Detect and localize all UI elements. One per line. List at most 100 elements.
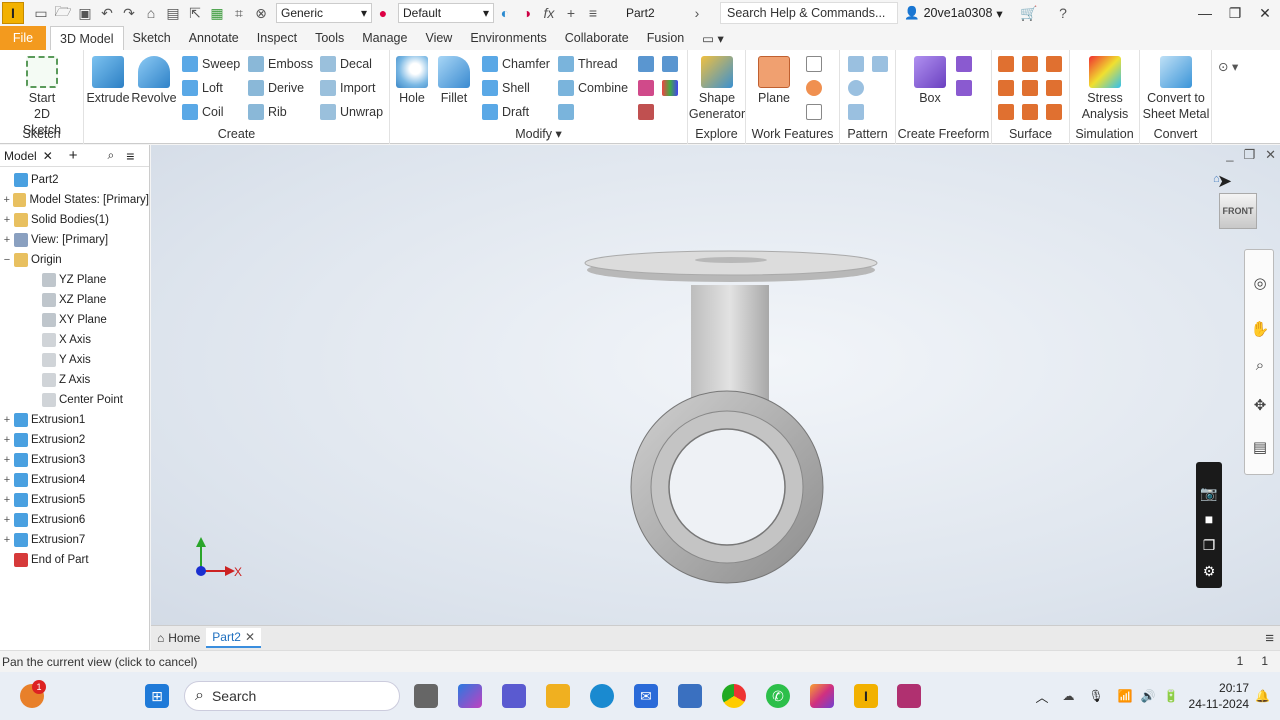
minimize-icon[interactable]: —: [1190, 0, 1220, 26]
zoom-window-icon[interactable]: ⌕: [1249, 354, 1271, 376]
taskbar-search[interactable]: ⌕ Search: [184, 681, 400, 711]
view-face-icon[interactable]: ▤: [1249, 436, 1271, 458]
tree-node[interactable]: + Extrusion1: [0, 410, 149, 430]
extend-icon[interactable]: [1046, 80, 1062, 96]
video-icon[interactable]: ■: [1200, 510, 1218, 528]
stress-analysis-button[interactable]: Stress Analysis: [1074, 56, 1136, 122]
customize-icon[interactable]: ≡: [582, 2, 604, 24]
point-icon[interactable]: [806, 80, 822, 96]
convert-sheet-metal-button[interactable]: Convert to Sheet Metal: [1142, 56, 1210, 122]
extrude-button[interactable]: Extrude: [86, 56, 130, 106]
browser-tab-model[interactable]: Model: [4, 149, 37, 163]
menu-icon[interactable]: ≡: [126, 148, 134, 164]
expand-toggle-icon[interactable]: +: [2, 414, 12, 426]
axis-icon[interactable]: [806, 56, 822, 72]
search-icon[interactable]: ⌕: [108, 148, 115, 163]
user-account[interactable]: 👤 20ve1a0308 ▾: [904, 6, 1018, 21]
update-icon[interactable]: ▦: [206, 2, 228, 24]
mirror-icon[interactable]: [872, 56, 888, 72]
microphone-icon[interactable]: 🎙: [1088, 689, 1103, 703]
coil-button[interactable]: Coil: [182, 102, 224, 122]
thicken-icon[interactable]: [998, 56, 1014, 72]
notification-bell-icon[interactable]: 🔔: [1255, 689, 1270, 703]
part-model[interactable]: [151, 145, 1280, 625]
tree-node[interactable]: + Solid Bodies(1): [0, 210, 149, 230]
start-2d-sketch-button[interactable]: Start 2D Sketch: [14, 56, 70, 138]
add-icon[interactable]: +: [69, 147, 78, 164]
tab-annotate[interactable]: Annotate: [180, 26, 248, 50]
onedrive-icon[interactable]: ☁: [1062, 689, 1074, 703]
open-folder-icon[interactable]: 🗁: [52, 2, 74, 24]
hole-button[interactable]: Hole: [394, 56, 430, 106]
new-file-icon[interactable]: ▭: [30, 2, 52, 24]
chrome-icon[interactable]: [722, 684, 746, 708]
edge-icon[interactable]: [590, 684, 614, 708]
boundary-patch-icon[interactable]: [998, 104, 1014, 120]
menu-icon[interactable]: ≡: [1265, 630, 1274, 647]
ucs-icon[interactable]: [806, 104, 822, 120]
replace-face-icon[interactable]: [1022, 104, 1038, 120]
draft-button[interactable]: Draft: [482, 102, 529, 122]
copy-object-icon[interactable]: [662, 80, 678, 96]
expand-toggle-icon[interactable]: +: [2, 494, 12, 506]
save-icon[interactable]: ▣: [74, 2, 96, 24]
close-icon[interactable]: ✕: [245, 630, 255, 644]
freeform-face-icon[interactable]: [956, 56, 972, 72]
clock[interactable]: 20:17 24-11-2024: [1189, 680, 1250, 712]
freeform-convert-icon[interactable]: [956, 80, 972, 96]
chevron-up-icon[interactable]: ︿: [1035, 687, 1048, 706]
tab-view[interactable]: View: [416, 26, 461, 50]
help-search-input[interactable]: Search Help & Commands...: [720, 2, 898, 24]
derive-button[interactable]: Derive: [248, 78, 304, 98]
tab-file[interactable]: File: [0, 26, 46, 50]
tab-collaborate[interactable]: Collaborate: [556, 26, 638, 50]
tree-node[interactable]: + View: [Primary]: [0, 230, 149, 250]
tab-sketch[interactable]: Sketch: [124, 26, 180, 50]
delete-face-icon[interactable]: [638, 104, 654, 120]
ribbon-options-button[interactable]: ⊙ ▾: [1218, 56, 1238, 76]
tree-node[interactable]: X Axis: [0, 330, 149, 350]
select-icon[interactable]: ⇱: [184, 2, 206, 24]
whatsapp-icon[interactable]: ✆: [766, 684, 790, 708]
inventor-taskbar-icon[interactable]: I: [854, 684, 878, 708]
snipping-tool-icon[interactable]: [897, 684, 921, 708]
expand-toggle-icon[interactable]: +: [2, 514, 12, 526]
modify-group-label[interactable]: Modify ▾: [390, 126, 687, 141]
sculpt-icon[interactable]: [1046, 56, 1062, 72]
expand-toggle-icon[interactable]: −: [2, 254, 12, 266]
tab-inspect[interactable]: Inspect: [248, 26, 306, 50]
tree-node[interactable]: XY Plane: [0, 310, 149, 330]
steering-wheel-icon[interactable]: ◎: [1249, 272, 1271, 294]
projects-icon[interactable]: ▤: [162, 2, 184, 24]
circular-pattern-icon[interactable]: [848, 80, 864, 96]
tree-node[interactable]: XZ Plane: [0, 290, 149, 310]
chamfer-button[interactable]: Chamfer: [482, 54, 550, 74]
import-button[interactable]: Import: [320, 78, 375, 98]
stitch-icon[interactable]: [1022, 56, 1038, 72]
copilot-icon[interactable]: [458, 684, 482, 708]
shell-button[interactable]: Shell: [482, 78, 530, 98]
tree-node[interactable]: + Model States: [Primary]: [0, 190, 149, 210]
add-icon[interactable]: +: [560, 2, 582, 24]
pan-hand-icon[interactable]: ✋: [1249, 318, 1271, 340]
box-freeform-button[interactable]: Box: [912, 56, 948, 106]
decal-button[interactable]: Decal: [320, 54, 372, 74]
tree-node[interactable]: − Origin: [0, 250, 149, 270]
store-icon[interactable]: [678, 684, 702, 708]
plane-button[interactable]: Plane: [754, 56, 794, 106]
revolve-button[interactable]: Revolve: [131, 56, 177, 106]
tree-node[interactable]: + Extrusion5: [0, 490, 149, 510]
appearance-clear-icon[interactable]: ⊗: [250, 2, 272, 24]
direct-edit-icon[interactable]: [662, 56, 678, 72]
loft-button[interactable]: Loft: [182, 78, 223, 98]
tab-3d-model[interactable]: 3D Model: [50, 26, 124, 50]
orbit-icon[interactable]: ✥: [1249, 394, 1271, 416]
color-wheel-icon[interactable]: ●: [372, 2, 394, 24]
tree-node[interactable]: YZ Plane: [0, 270, 149, 290]
chevron-right-icon[interactable]: ›: [686, 2, 708, 24]
close-icon[interactable]: ✕: [1250, 0, 1280, 26]
expand-toggle-icon[interactable]: +: [2, 534, 12, 546]
app-logo[interactable]: I: [2, 2, 24, 24]
expand-toggle-icon[interactable]: +: [2, 234, 12, 246]
task-view-icon[interactable]: [414, 684, 438, 708]
